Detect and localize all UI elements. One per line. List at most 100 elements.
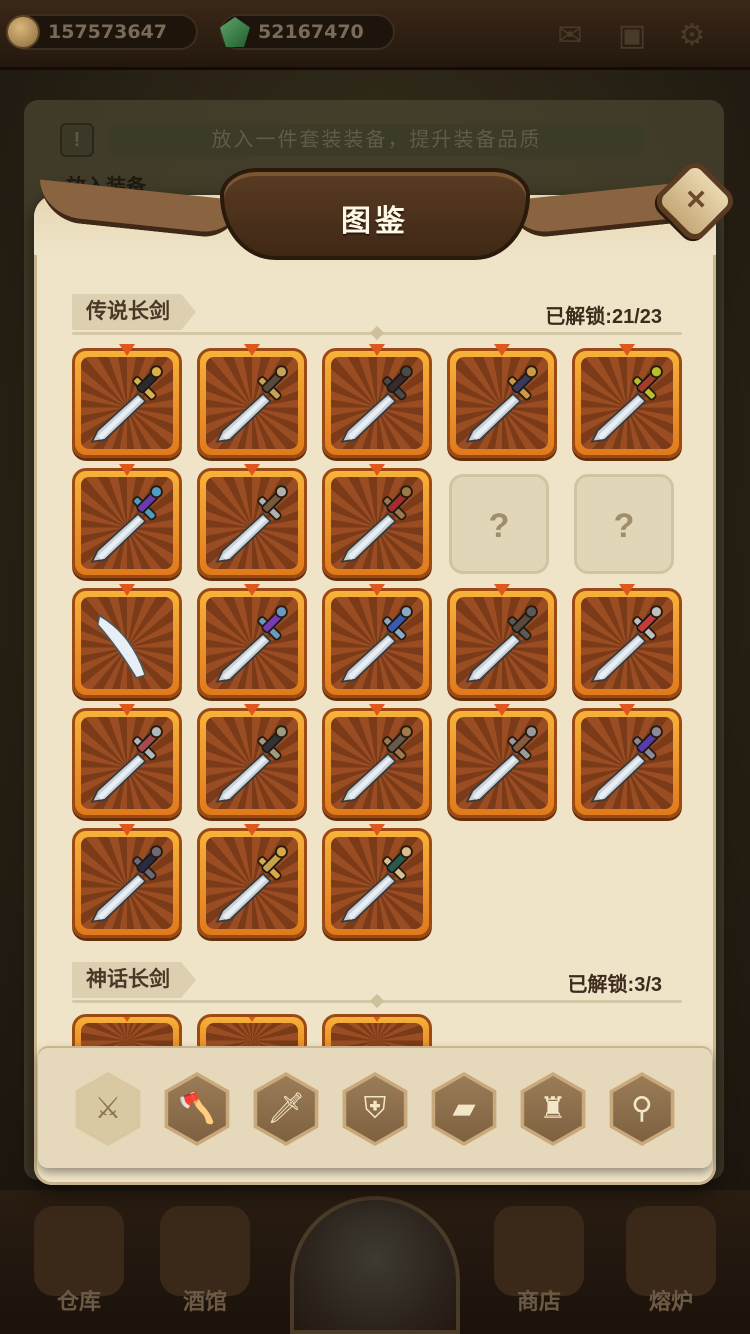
item-tile-sword-wooden[interactable] bbox=[322, 824, 432, 938]
rarity-pip-icon bbox=[619, 584, 635, 596]
gem-counter[interactable]: 52167470 bbox=[220, 14, 395, 50]
sword-wooden-icon bbox=[331, 837, 423, 929]
exclamation-icon: ! bbox=[60, 123, 94, 157]
section-header-legendary: 传说长剑 已解锁:21/23 bbox=[72, 294, 682, 340]
section-divider bbox=[72, 332, 682, 335]
rarity-pip-icon bbox=[494, 584, 510, 596]
item-tile-sword-red-white[interactable] bbox=[572, 584, 682, 698]
sword-red-black-icon bbox=[331, 477, 423, 569]
item-tile-sword-purple-grip[interactable] bbox=[572, 704, 682, 818]
item-tile-sword-curved-guard[interactable] bbox=[197, 344, 307, 458]
item-tile-sword-silver-broad[interactable] bbox=[72, 704, 182, 818]
item-tile-sword-gold-guard[interactable] bbox=[72, 344, 182, 458]
sword-curved-guard-icon bbox=[206, 357, 298, 449]
sword-blue-grip-icon bbox=[331, 597, 423, 689]
category-axe-button[interactable]: 🪓 bbox=[164, 1072, 230, 1146]
category-staff-button[interactable]: ⚲ bbox=[609, 1072, 675, 1146]
nav-warehouse[interactable]: 仓库 bbox=[14, 1196, 144, 1326]
gold-amount: 157573647 bbox=[48, 21, 167, 43]
unlock-count: 已解锁:3/3 bbox=[567, 974, 662, 996]
gem-amount: 52167470 bbox=[258, 21, 364, 43]
locked-item-slot[interactable]: ? bbox=[574, 474, 674, 574]
item-tile-sword-gem-hilt[interactable] bbox=[197, 584, 307, 698]
inventory-icon[interactable]: ▣ bbox=[612, 18, 652, 54]
section-header-mythic: 神话长剑 已解锁:3/3 bbox=[72, 962, 682, 1008]
category-book-button[interactable]: ▰ bbox=[431, 1072, 497, 1146]
category-dagger-button[interactable]: 🗡 bbox=[253, 1072, 319, 1146]
nav-forge[interactable]: 熔炉 bbox=[606, 1196, 736, 1326]
item-tile-blade-hooked[interactable] bbox=[72, 584, 182, 698]
rarity-pip-icon bbox=[369, 704, 385, 716]
rarity-pip-icon bbox=[619, 344, 635, 356]
item-tile-sword-blue-grip[interactable] bbox=[322, 584, 432, 698]
rarity-pip-icon bbox=[619, 704, 635, 716]
item-tile-sword-purple-pommel[interactable] bbox=[72, 464, 182, 578]
item-tile-sword-red-black[interactable] bbox=[322, 464, 432, 578]
modal-title: 图鉴 bbox=[341, 205, 409, 238]
question-mark-icon: ? bbox=[488, 507, 510, 545]
rarity-pip-icon bbox=[369, 344, 385, 356]
item-tile-sword-serrated[interactable] bbox=[197, 704, 307, 818]
nav-label: 酒馆 bbox=[182, 1289, 227, 1314]
section-divider bbox=[72, 1000, 682, 1003]
category-sword-button[interactable]: ⚔ bbox=[75, 1072, 141, 1146]
armor-icon: ♜ bbox=[524, 1076, 582, 1142]
gold-counter[interactable]: 157573647 bbox=[6, 14, 198, 50]
item-tile-sword-gold-curl[interactable] bbox=[322, 704, 432, 818]
rarity-pip-icon bbox=[244, 584, 260, 596]
item-tile-sword-orb-pommel[interactable] bbox=[447, 704, 557, 818]
nav-tavern[interactable]: 酒馆 bbox=[140, 1196, 270, 1326]
hint-bar: ! 放入一件套装装备，提升装备品质 bbox=[60, 120, 645, 160]
category-armor-button[interactable]: ♜ bbox=[520, 1072, 586, 1146]
rarity-pip-icon bbox=[119, 464, 135, 476]
rarity-pip-icon bbox=[494, 344, 510, 356]
sword-gold-spiral-icon bbox=[206, 837, 298, 929]
sword-icon: ⚔ bbox=[79, 1076, 137, 1142]
rarity-pip-icon bbox=[244, 464, 260, 476]
sword-gem-hilt-icon bbox=[206, 597, 298, 689]
item-grid-legendary: ?? bbox=[72, 344, 684, 938]
shield-icon: ⛨ bbox=[346, 1076, 404, 1142]
top-bar: 157573647 52167470 ✉ ▣ ⚙ bbox=[0, 0, 750, 70]
item-tile-sword-red-grip[interactable] bbox=[572, 344, 682, 458]
settings-gear-icon[interactable]: ⚙ bbox=[672, 18, 712, 54]
sword-runed-icon bbox=[206, 477, 298, 569]
unlock-count: 已解锁:21/23 bbox=[545, 306, 662, 328]
rarity-pip-icon bbox=[119, 344, 135, 356]
section-title: 传说长剑 bbox=[72, 294, 196, 330]
forge-icon bbox=[626, 1206, 716, 1296]
shop-icon bbox=[494, 1206, 584, 1296]
mail-icon[interactable]: ✉ bbox=[550, 18, 590, 54]
rarity-pip-icon bbox=[119, 824, 135, 836]
category-shield-button[interactable]: ⛨ bbox=[342, 1072, 408, 1146]
book-icon: ▰ bbox=[435, 1076, 493, 1142]
tavern-icon bbox=[160, 1206, 250, 1296]
item-tile-sword-twisted-grip[interactable] bbox=[72, 824, 182, 938]
sword-gold-curl-icon bbox=[331, 717, 423, 809]
item-tile-sword-gold-spiral[interactable] bbox=[197, 824, 307, 938]
rarity-pip-icon bbox=[369, 584, 385, 596]
sword-purple-grip-icon bbox=[581, 717, 673, 809]
category-bar: ⚔ 🪓 🗡 ⛨ ▰ ♜ ⚲ bbox=[38, 1048, 712, 1168]
gem-icon bbox=[220, 17, 250, 47]
question-mark-icon: ? bbox=[613, 507, 635, 545]
axe-icon: 🪓 bbox=[168, 1076, 226, 1142]
sword-silver-broad-icon bbox=[81, 717, 173, 809]
sword-crescent-guard-icon bbox=[456, 357, 548, 449]
sword-red-white-icon bbox=[581, 597, 673, 689]
gold-coin-icon bbox=[6, 15, 40, 49]
title-plate: 图鉴 bbox=[220, 168, 530, 260]
rarity-pip-icon bbox=[244, 704, 260, 716]
item-tile-sword-crescent-guard[interactable] bbox=[447, 344, 557, 458]
sword-red-grip-icon bbox=[581, 357, 673, 449]
nav-label: 仓库 bbox=[56, 1289, 101, 1314]
sword-purple-pommel-icon bbox=[81, 477, 173, 569]
item-tile-sword-dark-cross[interactable] bbox=[322, 344, 432, 458]
staff-icon: ⚲ bbox=[613, 1076, 671, 1142]
nav-shop[interactable]: 商店 bbox=[474, 1196, 604, 1326]
nav-label: 熔炉 bbox=[648, 1289, 693, 1314]
item-tile-sword-ring-pommel[interactable] bbox=[447, 584, 557, 698]
locked-item-slot[interactable]: ? bbox=[449, 474, 549, 574]
item-tile-sword-runed[interactable] bbox=[197, 464, 307, 578]
close-x-icon: × bbox=[686, 180, 706, 219]
